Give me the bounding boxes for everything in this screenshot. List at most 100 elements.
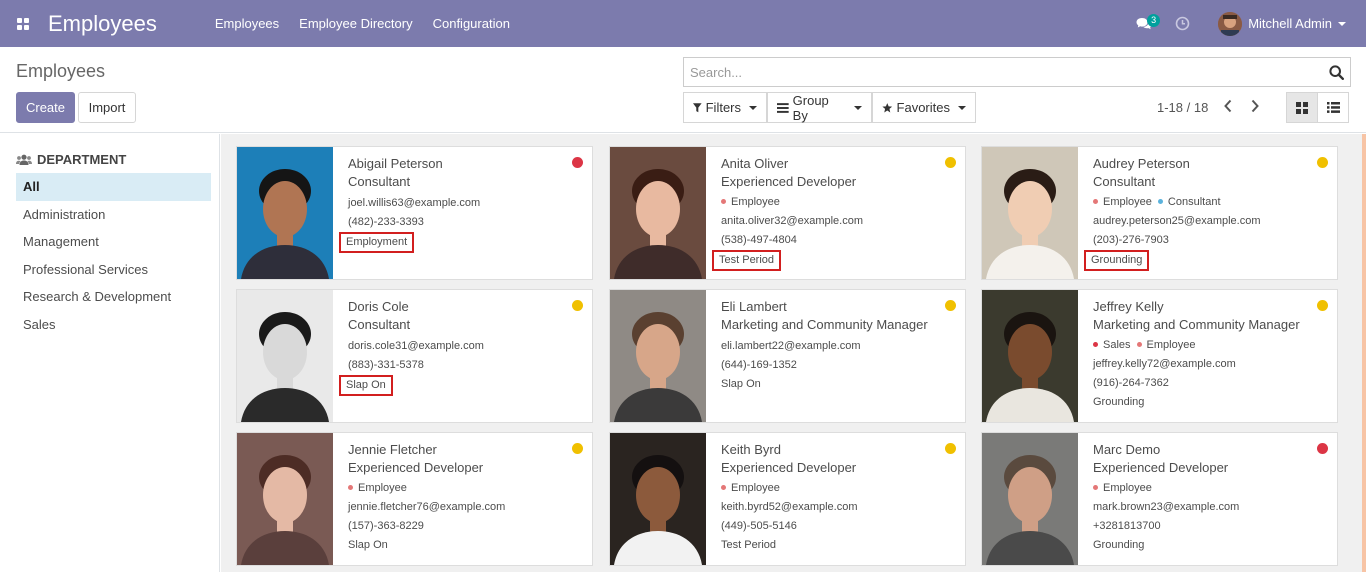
chevron-down-icon bbox=[854, 105, 862, 110]
chat-count-badge: 3 bbox=[1147, 14, 1161, 27]
kanban-view-button[interactable] bbox=[1286, 92, 1318, 123]
employee-name: Eli Lambert bbox=[721, 299, 787, 314]
menu-configuration[interactable]: Configuration bbox=[423, 0, 520, 47]
employee-name: Audrey Peterson bbox=[1093, 156, 1190, 171]
employee-plan: Employment bbox=[339, 232, 582, 253]
list-icon bbox=[777, 102, 789, 113]
sidebar-item-management[interactable]: Management bbox=[16, 228, 211, 256]
import-button[interactable]: Import bbox=[78, 92, 136, 123]
employee-phone: (449)-505-5146 bbox=[721, 520, 797, 532]
employee-email: eli.lambert22@example.com bbox=[721, 340, 861, 352]
employee-email: audrey.peterson25@example.com bbox=[1093, 215, 1261, 227]
category-tag[interactable]: Employee bbox=[721, 482, 780, 494]
employee-plan-label: Grounding bbox=[1093, 396, 1145, 408]
employee-card[interactable]: Anita Oliver Experienced Developer Employe… bbox=[609, 146, 966, 280]
employee-card[interactable]: Eli Lambert Marketing and Community Manag… bbox=[609, 289, 966, 423]
apps-menu-icon[interactable] bbox=[0, 0, 46, 47]
employee-email: anita.oliver32@example.com bbox=[721, 215, 864, 227]
employee-phone: (538)-497-4804 bbox=[721, 234, 797, 246]
category-tag[interactable]: Employee bbox=[1093, 196, 1152, 208]
employee-job-title: Experienced Developer bbox=[721, 460, 857, 475]
employee-name: Anita Oliver bbox=[721, 156, 789, 171]
tag-color-dot bbox=[1157, 198, 1163, 204]
employee-job-title: Experienced Developer bbox=[721, 174, 857, 189]
employee-name: Doris Cole bbox=[348, 299, 409, 314]
employee-plan-label: Test Period bbox=[721, 539, 777, 551]
employee-job-title: Consultant bbox=[348, 174, 411, 189]
filters-dropdown[interactable]: Filters bbox=[683, 92, 767, 123]
employee-name: Keith Byrd bbox=[721, 442, 781, 457]
category-tag[interactable]: Sales bbox=[1093, 339, 1131, 351]
menu-employees[interactable]: Employees bbox=[205, 0, 289, 47]
employee-tags: Employee bbox=[721, 479, 955, 498]
sidebar-item-all[interactable]: All bbox=[16, 173, 211, 201]
employee-tags: Employee bbox=[1093, 479, 1327, 498]
employee-photo bbox=[982, 147, 1078, 279]
search-icon[interactable] bbox=[1329, 65, 1344, 80]
employee-card[interactable]: Jennie Fletcher Experienced Developer Empl… bbox=[236, 432, 593, 566]
chevron-down-icon bbox=[1338, 21, 1346, 26]
tag-label: Sales bbox=[1103, 339, 1131, 351]
sidebar-item-administration[interactable]: Administration bbox=[16, 201, 211, 229]
employee-card[interactable]: Abigail Peterson Consultant joel.willis63@… bbox=[236, 146, 593, 280]
employee-plan: Slap On bbox=[339, 375, 582, 396]
presence-status-dot bbox=[1317, 157, 1328, 168]
chevron-right-icon[interactable] bbox=[1250, 99, 1260, 113]
category-tag[interactable]: Consultant bbox=[1157, 196, 1221, 208]
employee-card[interactable]: Audrey Peterson Consultant Employee Consult… bbox=[981, 146, 1338, 280]
user-menu[interactable]: Mitchell Admin bbox=[1202, 0, 1366, 47]
group-by-dropdown[interactable]: Group By bbox=[767, 92, 872, 123]
employee-job-title: Experienced Developer bbox=[1093, 460, 1229, 475]
user-name: Mitchell Admin bbox=[1248, 16, 1332, 31]
employee-name: Marc Demo bbox=[1093, 442, 1161, 457]
filter-icon bbox=[693, 102, 702, 112]
create-button[interactable]: Create bbox=[16, 92, 75, 123]
star-icon bbox=[882, 102, 893, 112]
sidebar-item-research-development[interactable]: Research & Development bbox=[16, 283, 211, 311]
employee-phone: (916)-264-7362 bbox=[1093, 377, 1169, 389]
employee-job-title: Consultant bbox=[1093, 174, 1156, 189]
employee-phone: (482)-233-3393 bbox=[348, 216, 424, 228]
list-view-button[interactable] bbox=[1317, 92, 1349, 123]
employee-plan: Test Period bbox=[712, 250, 955, 271]
employee-plan-label: Grounding bbox=[1084, 250, 1150, 271]
employee-card[interactable]: Jeffrey Kelly Marketing and Community Man… bbox=[981, 289, 1338, 423]
employee-photo bbox=[610, 290, 706, 422]
sidebar-title-label: DEPARTMENT bbox=[37, 152, 127, 167]
search-input[interactable] bbox=[684, 58, 1314, 86]
messaging-button[interactable]: 3 bbox=[1126, 0, 1162, 47]
employee-tags: Employee Consultant bbox=[1093, 193, 1327, 212]
tag-color-dot bbox=[348, 484, 353, 490]
presence-status-dot bbox=[945, 300, 956, 311]
kanban-board: Abigail Peterson Consultant joel.willis63@… bbox=[221, 134, 1366, 572]
tag-label: Employee bbox=[1103, 482, 1152, 494]
chevron-left-icon[interactable] bbox=[1223, 99, 1233, 113]
tag-color-dot bbox=[721, 198, 726, 204]
sidebar-item-sales[interactable]: Sales bbox=[16, 311, 211, 339]
tag-color-dot bbox=[1093, 198, 1098, 204]
employee-plan: Test Period bbox=[721, 536, 955, 555]
category-tag[interactable]: Employee bbox=[1136, 339, 1196, 351]
sidebar-item-professional-services[interactable]: Professional Services bbox=[16, 256, 211, 284]
list-view-icon bbox=[1326, 102, 1340, 113]
category-tag[interactable]: Employee bbox=[348, 482, 407, 494]
presence-status-dot bbox=[1317, 300, 1328, 311]
employee-tags: Sales Employee bbox=[1093, 336, 1327, 355]
tag-label: Employee bbox=[1146, 339, 1196, 351]
tag-color-dot bbox=[1093, 341, 1098, 347]
favorites-dropdown[interactable]: Favorites bbox=[872, 92, 976, 123]
pager-value[interactable]: 1-18 / 18 bbox=[1157, 100, 1208, 115]
scrollbar[interactable] bbox=[1362, 134, 1366, 572]
employee-card[interactable]: Keith Byrd Experienced Developer Employee k… bbox=[609, 432, 966, 566]
employee-photo bbox=[610, 433, 706, 565]
menu-employee-directory[interactable]: Employee Directory bbox=[289, 0, 422, 47]
category-tag[interactable]: Employee bbox=[1093, 482, 1152, 494]
activity-button[interactable] bbox=[1162, 0, 1202, 47]
clock-icon bbox=[1175, 16, 1189, 31]
chevron-down-icon bbox=[749, 105, 757, 110]
top-navbar: Employees Employees Employee Directory C… bbox=[0, 0, 1366, 47]
category-tag[interactable]: Employee bbox=[721, 196, 780, 208]
employee-card[interactable]: Doris Cole Consultant doris.cole31@example… bbox=[236, 289, 593, 423]
employee-card[interactable]: Marc Demo Experienced Developer Employee ma… bbox=[981, 432, 1338, 566]
breadcrumb[interactable]: Employees bbox=[16, 61, 105, 82]
